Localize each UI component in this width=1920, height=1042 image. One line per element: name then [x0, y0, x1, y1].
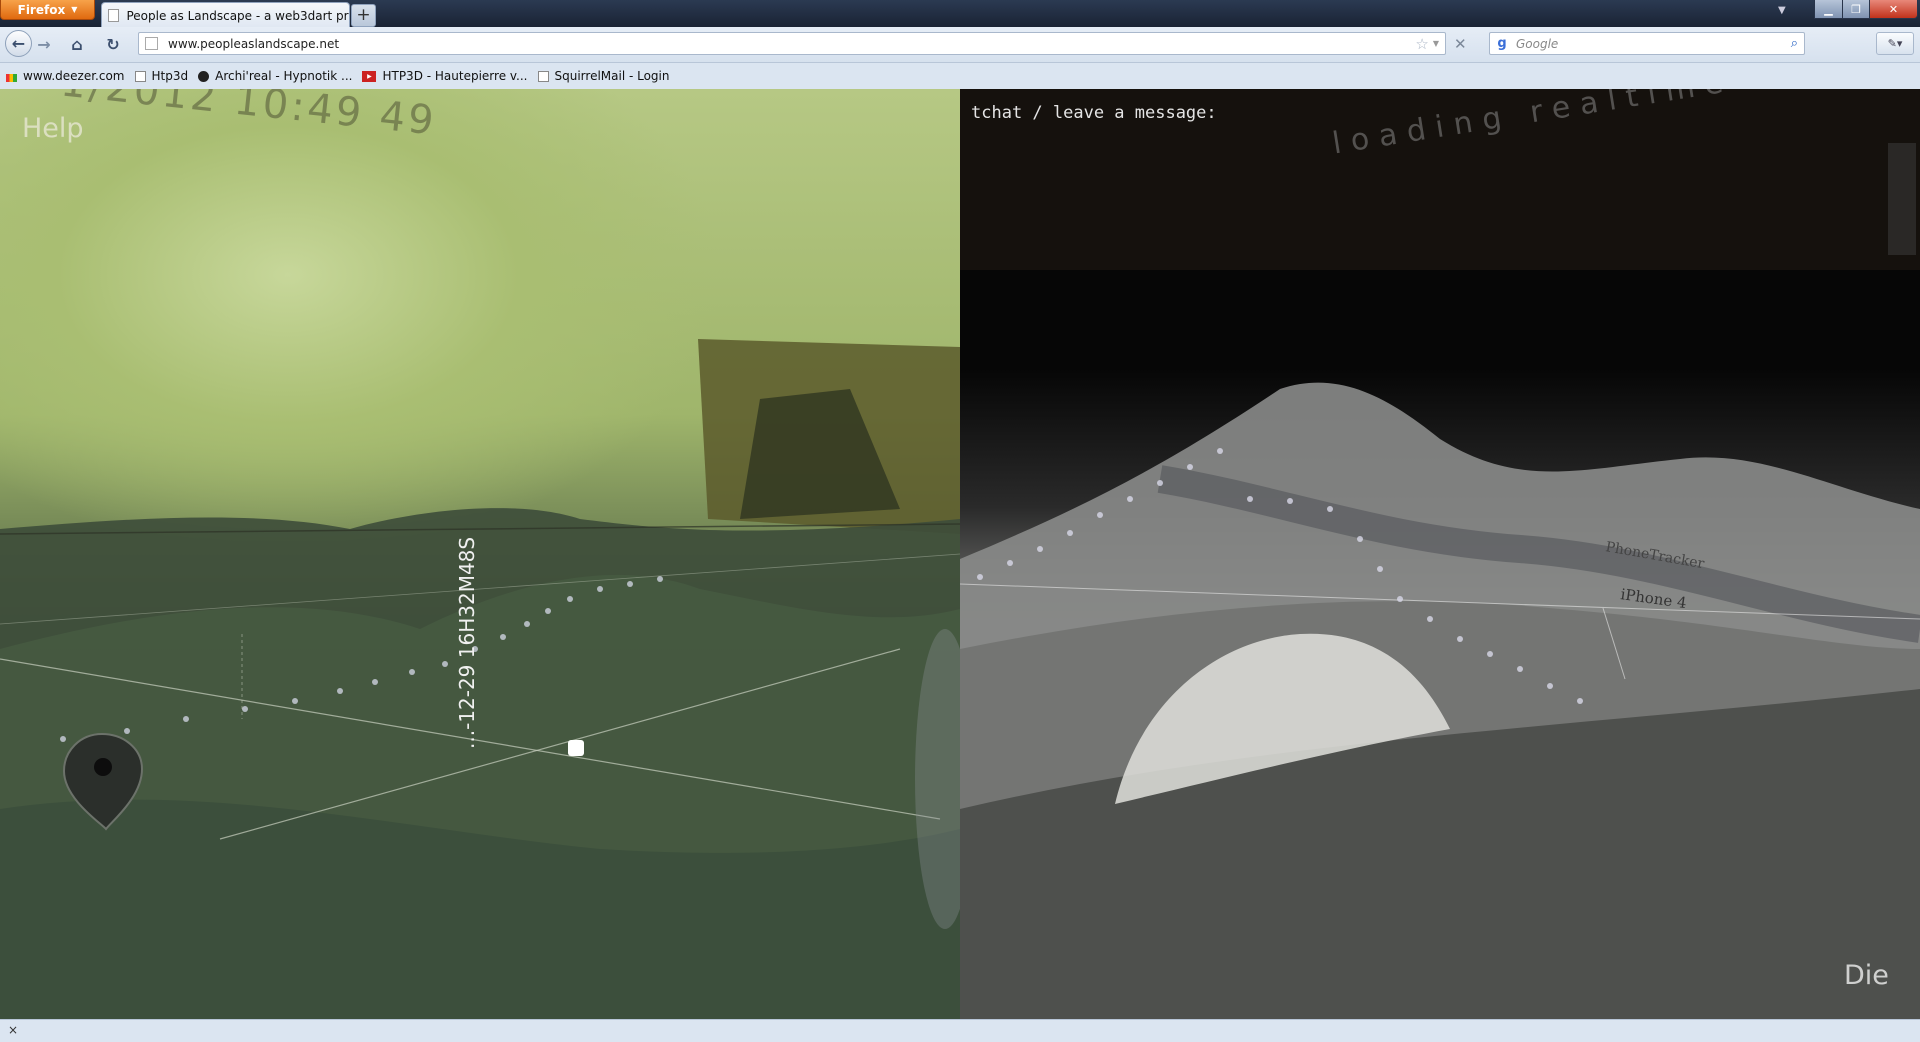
- tab-list-icon[interactable]: ▼: [1778, 5, 1786, 16]
- new-tab-button[interactable]: +: [351, 4, 376, 27]
- tab-title: People as Landscape - a web3dart projec.…: [126, 8, 349, 23]
- url-dropdown-icon[interactable]: ▼: [1433, 39, 1439, 48]
- bookmark-htp3d[interactable]: Htp3d: [134, 69, 189, 83]
- page-icon: [145, 37, 158, 50]
- chat-scrollbar[interactable]: [1888, 143, 1916, 255]
- bookmark-hautepierre[interactable]: ▶ HTP3D - Hautepierre v...: [362, 69, 528, 83]
- timestamp-vertical-label: ...-12-29 16H32M48S: [455, 536, 479, 749]
- chat-label[interactable]: tchat / leave a message:: [971, 103, 1217, 123]
- search-placeholder[interactable]: Google: [1516, 37, 1791, 51]
- hypnotik-icon: [198, 70, 210, 82]
- addons-button[interactable]: ✎▾: [1876, 32, 1914, 55]
- page-content: 1/2012 10:49 49 ...-12-29 16H32M48S Phon…: [0, 89, 1920, 1019]
- bookmark-archireal[interactable]: Archi'real - Hypnotik ...: [198, 69, 352, 83]
- firefox-menu-button[interactable]: Firefox ▼: [0, 0, 95, 20]
- page-icon: [537, 70, 549, 82]
- firefox-menu-label: Firefox: [17, 2, 66, 17]
- search-icon[interactable]: ⌕: [1791, 36, 1798, 51]
- forward-button[interactable]: →: [34, 32, 54, 56]
- bookmarks-toolbar: www.deezer.com Htp3d Archi'real - Hypnot…: [0, 63, 1920, 90]
- help-link[interactable]: Help: [22, 113, 84, 144]
- url-text[interactable]: www.peopleaslandscape.net: [168, 37, 1415, 51]
- navigation-toolbar: ← → ⌂ ↻ www.peopleaslandscape.net ☆ ▼ ✕ …: [0, 27, 1920, 63]
- status-bar: ×: [0, 1019, 1920, 1042]
- stop-button[interactable]: ✕: [1454, 35, 1467, 53]
- url-bar[interactable]: www.peopleaslandscape.net ☆ ▼: [138, 32, 1446, 55]
- google-icon[interactable]: g: [1494, 36, 1510, 52]
- page-icon: [134, 70, 146, 82]
- youtube-icon: ▶: [362, 70, 377, 82]
- minimize-button[interactable]: ▁: [1814, 0, 1843, 19]
- map-pin-center: [94, 758, 112, 776]
- cursor-node[interactable]: [568, 740, 584, 756]
- bookmark-label: Htp3d: [151, 69, 189, 83]
- bookmark-label: Archi'real - Hypnotik ...: [215, 69, 353, 83]
- bookmark-star-icon[interactable]: ☆: [1415, 35, 1428, 53]
- bookmark-label: www.deezer.com: [23, 69, 125, 83]
- home-button[interactable]: ⌂: [64, 32, 90, 56]
- deezer-icon: [6, 74, 17, 82]
- bookmark-label: HTP3D - Hautepierre v...: [382, 69, 528, 83]
- bookmark-squirrelmail[interactable]: SquirrelMail - Login: [537, 69, 670, 83]
- left-scene-graphics: [0, 339, 960, 1019]
- search-bar[interactable]: g Google ⌕: [1489, 32, 1805, 55]
- die-link[interactable]: Die: [1844, 960, 1889, 991]
- close-addon-bar-icon[interactable]: ×: [8, 1023, 18, 1037]
- back-button[interactable]: ←: [5, 30, 32, 57]
- close-window-button[interactable]: ✕: [1869, 0, 1918, 19]
- page-icon: [108, 9, 120, 22]
- title-bar: Firefox ▼ People as Landscape - a web3da…: [0, 0, 1920, 28]
- tab-people-as-landscape[interactable]: People as Landscape - a web3dart projec.…: [101, 2, 350, 28]
- camera-view-left[interactable]: 1/2012 10:49 49 ...-12-29 16H32M48S: [0, 89, 960, 1019]
- maximize-button[interactable]: ❐: [1842, 0, 1870, 19]
- chevron-down-icon: ▼: [71, 5, 78, 14]
- bookmark-label: SquirrelMail - Login: [554, 69, 670, 83]
- bookmark-deezer[interactable]: www.deezer.com: [6, 69, 125, 83]
- reload-button[interactable]: ↻: [100, 32, 126, 56]
